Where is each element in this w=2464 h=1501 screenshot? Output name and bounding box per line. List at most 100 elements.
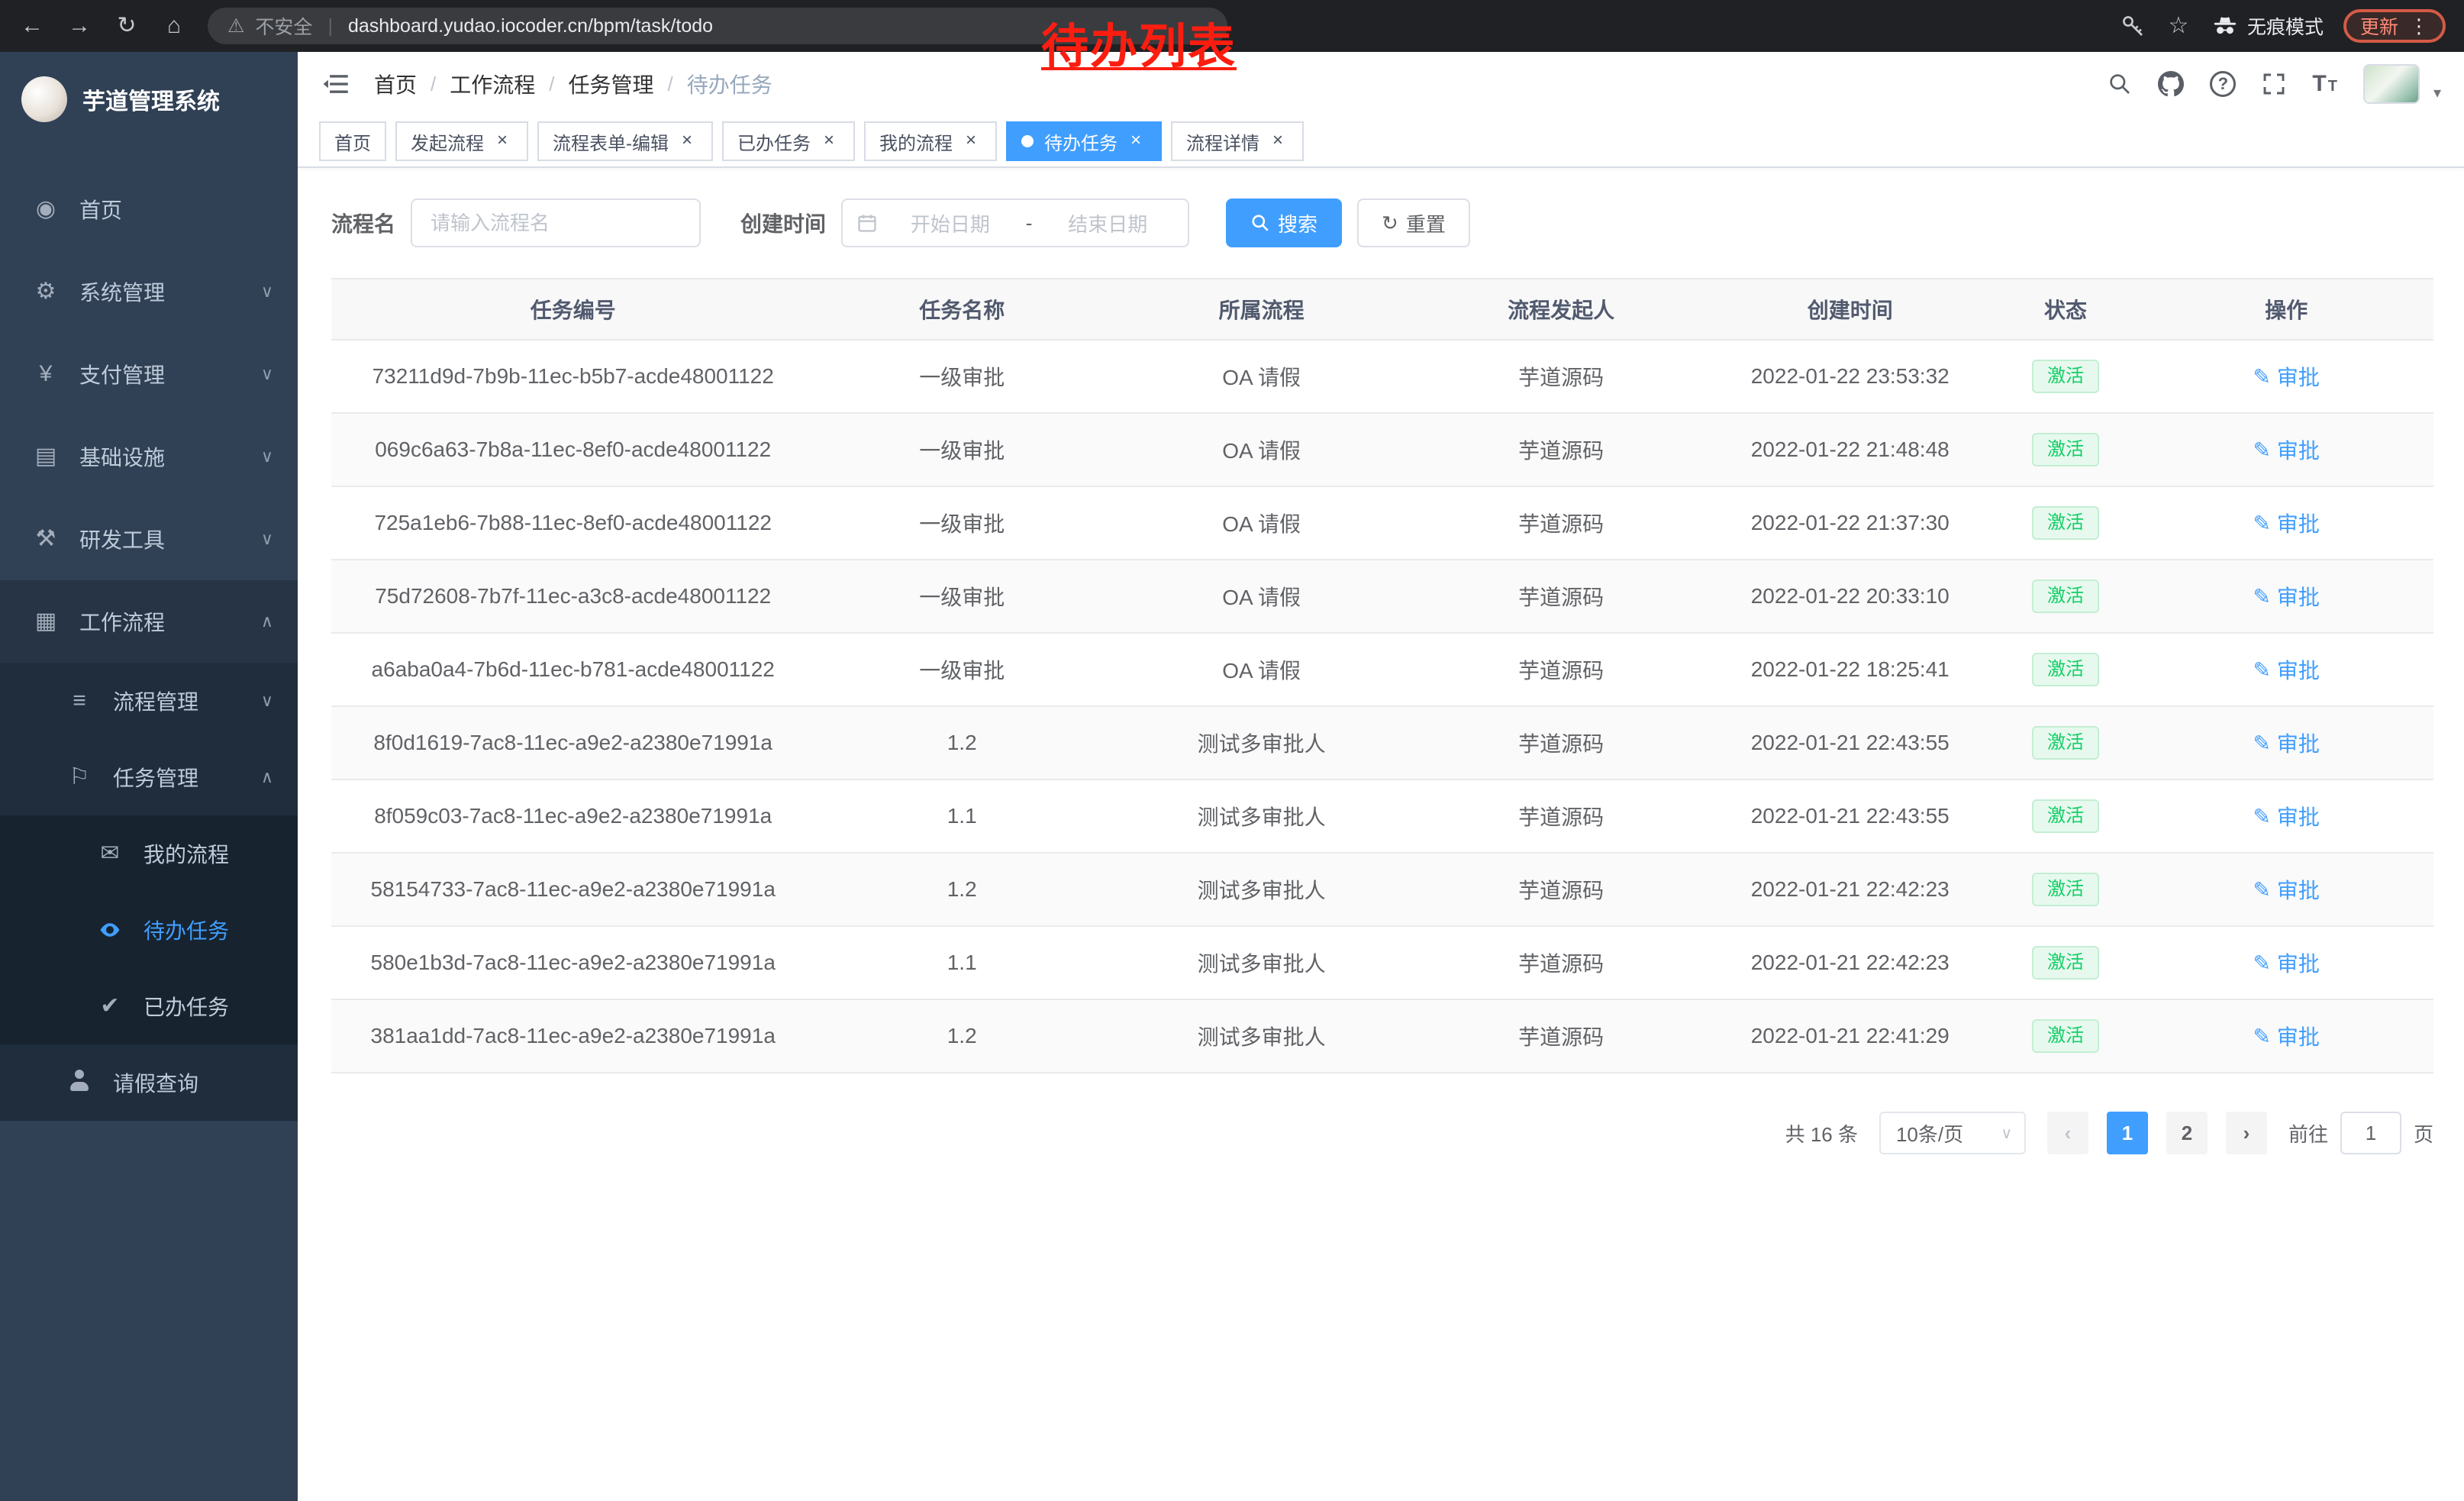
page-button-1[interactable]: 1: [2107, 1112, 2148, 1154]
start-date-placeholder[interactable]: 开始日期: [884, 209, 1017, 237]
pagination: 共 16 条 10条/页 ∨ ‹ 1 2 › 前往 页: [298, 1112, 2433, 1154]
tab-my-processes[interactable]: 我的流程×: [864, 121, 997, 161]
close-icon[interactable]: ×: [960, 131, 982, 152]
approve-link[interactable]: ✎审批: [2253, 434, 2319, 465]
col-created: 创建时间: [1708, 279, 1992, 340]
monitor-icon: ▤: [31, 445, 61, 468]
key-icon[interactable]: [2121, 14, 2145, 38]
filter-bar: 流程名 创建时间 开始日期 - 结束日期 搜索 ↻ 重置: [298, 168, 2464, 247]
update-button[interactable]: 更新 ⋮: [2343, 9, 2446, 43]
font-size-icon[interactable]: TT: [2312, 71, 2337, 97]
tab-home[interactable]: 首页: [319, 121, 386, 161]
fullscreen-icon[interactable]: [2262, 72, 2286, 96]
browser-menu-icon[interactable]: ⋮: [2409, 15, 2429, 38]
address-bar[interactable]: ⚠ 不安全 | dashboard.yudao.iocoder.cn/bpm/t…: [208, 8, 1227, 44]
table-row: 725a1eb6-7b88-11ec-8ef0-acde48001122一级审批…: [331, 486, 2433, 560]
approve-link[interactable]: ✎审批: [2253, 947, 2319, 978]
sidebar-item-todo-tasks[interactable]: 待办任务: [0, 892, 298, 968]
navbar-actions: ? TT ▾: [2108, 64, 2441, 104]
page-unit-label: 页: [2414, 1119, 2433, 1148]
search-button[interactable]: 搜索: [1226, 199, 1342, 247]
sidebar-item-done-tasks[interactable]: ✔ 已办任务: [0, 968, 298, 1044]
search-icon[interactable]: [2108, 72, 2132, 96]
sidebar-item-workflow[interactable]: ▦ 工作流程 ∧: [0, 580, 298, 663]
tab-initiate-process[interactable]: 发起流程×: [395, 121, 528, 161]
app-logo: 芋道管理系统: [0, 52, 298, 147]
date-range-picker[interactable]: 开始日期 - 结束日期: [841, 199, 1189, 247]
status-badge: 激活: [2032, 726, 2099, 760]
status-badge: 激活: [2032, 433, 2099, 466]
process-name-input[interactable]: [411, 199, 701, 247]
approve-link[interactable]: ✎审批: [2253, 361, 2319, 392]
col-task-id: 任务编号: [331, 279, 814, 340]
tab-process-form-edit[interactable]: 流程表单-编辑×: [537, 121, 713, 161]
sidebar-item-system-mgmt[interactable]: ⚙ 系统管理 ∨: [0, 250, 298, 333]
page-button-2[interactable]: 2: [2166, 1112, 2208, 1154]
eye-icon: [95, 918, 125, 941]
close-icon[interactable]: ×: [1267, 131, 1288, 152]
edit-icon: ✎: [2253, 951, 2270, 976]
sidebar-item-home[interactable]: ◉ 首页: [0, 168, 298, 250]
tab-todo-tasks[interactable]: 待办任务×: [1006, 121, 1162, 161]
sidebar-collapse-icon[interactable]: [321, 69, 351, 99]
close-icon[interactable]: ×: [818, 131, 840, 152]
edit-icon: ✎: [2253, 1024, 2270, 1049]
status-badge: 激活: [2032, 799, 2099, 833]
close-icon[interactable]: ×: [1125, 131, 1147, 152]
bookmark-star-icon[interactable]: ☆: [2165, 15, 2192, 37]
table-row: 58154733-7ac8-11ec-a9e2-a2380e71991a1.2测…: [331, 853, 2433, 926]
incognito-chip[interactable]: 无痕模式: [2212, 12, 2324, 40]
tab-process-detail[interactable]: 流程详情×: [1171, 121, 1304, 161]
next-page-button[interactable]: ›: [2226, 1112, 2267, 1154]
tab-done-tasks[interactable]: 已办任务×: [722, 121, 855, 161]
approve-link[interactable]: ✎审批: [2253, 581, 2319, 612]
approve-link[interactable]: ✎审批: [2253, 874, 2319, 905]
sidebar-item-dev-tools[interactable]: ⚒ 研发工具 ∨: [0, 498, 298, 580]
end-date-placeholder[interactable]: 结束日期: [1041, 209, 1174, 237]
github-icon[interactable]: [2158, 71, 2184, 97]
sidebar-menu: ◉ 首页 ⚙ 系统管理 ∨ ¥ 支付管理 ∨ ▤ 基础设施 ∨: [0, 147, 298, 1501]
breadcrumb-task-mgmt[interactable]: 任务管理: [569, 69, 654, 99]
goto-page-input[interactable]: [2340, 1112, 2401, 1154]
approve-link[interactable]: ✎审批: [2253, 508, 2319, 538]
avatar-caret-icon[interactable]: ▾: [2433, 83, 2441, 104]
reset-icon: ↻: [1382, 211, 1398, 235]
approve-link[interactable]: ✎审批: [2253, 728, 2319, 758]
sidebar-item-payment-mgmt[interactable]: ¥ 支付管理 ∨: [0, 333, 298, 415]
sidebar-item-leave-query[interactable]: 请假查询: [0, 1044, 298, 1121]
sidebar-item-my-processes[interactable]: ✉ 我的流程: [0, 815, 298, 892]
forward-icon[interactable]: →: [66, 15, 93, 37]
sidebar-item-task-mgmt[interactable]: ⚐ 任务管理 ∧: [0, 739, 298, 815]
approve-link[interactable]: ✎审批: [2253, 654, 2319, 685]
breadcrumb-home[interactable]: 首页: [374, 69, 417, 99]
approve-link[interactable]: ✎审批: [2253, 1021, 2319, 1051]
home-icon[interactable]: ⌂: [160, 15, 188, 37]
gear-icon: ⚙: [31, 280, 61, 303]
edit-icon: ✎: [2253, 731, 2270, 756]
close-icon[interactable]: ×: [492, 131, 513, 152]
breadcrumb-current: 待办任务: [687, 69, 772, 99]
reload-icon[interactable]: ↻: [113, 15, 140, 37]
avatar[interactable]: [2363, 64, 2420, 104]
yen-icon: ¥: [31, 363, 61, 386]
dashboard-icon: ◉: [31, 198, 61, 221]
chevron-down-icon: ∨: [261, 282, 273, 302]
sidebar: 芋道管理系统 ◉ 首页 ⚙ 系统管理 ∨ ¥ 支付管理 ∨ ▤: [0, 52, 298, 1501]
app-frame: 芋道管理系统 ◉ 首页 ⚙ 系统管理 ∨ ¥ 支付管理 ∨ ▤: [0, 52, 2464, 1501]
back-icon[interactable]: ←: [18, 15, 46, 37]
chevron-down-icon: ∨: [261, 529, 273, 549]
prev-page-button[interactable]: ‹: [2047, 1112, 2088, 1154]
sidebar-item-infrastructure[interactable]: ▤ 基础设施 ∨: [0, 415, 298, 498]
close-icon[interactable]: ×: [676, 131, 698, 152]
page-size-select[interactable]: 10条/页 ∨: [1879, 1112, 2026, 1154]
chevron-down-icon: ∨: [261, 364, 273, 384]
screen: ← → ↻ ⌂ ⚠ 不安全 | dashboard.yudao.iocoder.…: [0, 0, 2464, 1501]
warning-icon: ⚠: [227, 15, 244, 37]
help-icon[interactable]: ?: [2210, 71, 2236, 97]
reset-button[interactable]: ↻ 重置: [1357, 199, 1470, 247]
task-table: 任务编号 任务名称 所属流程 流程发起人 创建时间 状态 操作 73211d9d…: [331, 278, 2433, 1073]
sidebar-item-process-mgmt[interactable]: ≡ 流程管理 ∨: [0, 663, 298, 739]
breadcrumb-workflow[interactable]: 工作流程: [450, 69, 535, 99]
approve-link[interactable]: ✎审批: [2253, 801, 2319, 831]
status-badge: 激活: [2032, 946, 2099, 980]
